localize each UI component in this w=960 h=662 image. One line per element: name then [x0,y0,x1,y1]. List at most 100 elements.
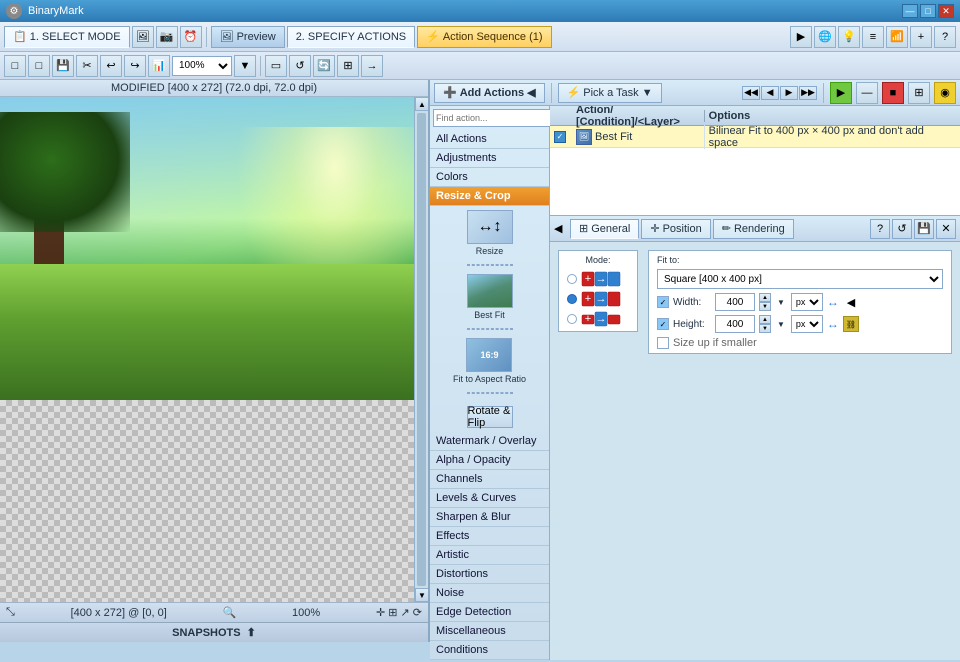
vertical-scrollbar[interactable]: ▲ ▼ [414,97,428,602]
toolbar-nav-2[interactable]: 🌐 [814,26,836,48]
action-item-fit-aspect[interactable]: 16:9 Fit to Aspect Ratio [453,338,526,384]
mode-radio-2[interactable] [567,294,577,304]
props-save-btn[interactable]: 💾 [914,219,934,239]
tool-btn-grid[interactable]: ⊞ [337,55,359,77]
minimize-button[interactable]: — [902,4,918,18]
action-item-resize[interactable]: ↔↕ Resize [467,210,513,256]
height-spin-up[interactable]: ▲ [759,315,771,324]
fit-select[interactable]: Square [400 x 400 px] Custom [657,269,943,289]
tool-btn-refresh[interactable]: 🔄 [313,55,335,77]
toolbar-icon-clock[interactable]: ⏰ [180,26,202,48]
mode-radio-3[interactable] [567,314,577,324]
width-spin-down[interactable]: ▼ [759,302,771,311]
tool-btn-cut[interactable]: ✂ [76,55,98,77]
scroll-up-btn[interactable]: ▲ [415,97,428,111]
width-checkbox[interactable]: ✓ [657,296,669,308]
category-adjustments[interactable]: Adjustments [430,149,549,168]
tab-preview[interactable]: 🖼 Preview [211,26,285,48]
nav-right1[interactable]: ▶ [780,86,798,100]
nav-left2[interactable]: ◀ [761,86,779,100]
category-distortions[interactable]: Distortions [430,565,549,584]
width-spin-up[interactable]: ▲ [759,293,771,302]
toolbar-nav-3[interactable]: 💡 [838,26,860,48]
height-link-icon[interactable]: ↔ [827,317,839,331]
tool-btn-arrow[interactable]: → [361,55,383,77]
width-extra-btn[interactable]: ◀ [843,294,859,310]
tool-btn-undo[interactable]: ↩ [100,55,122,77]
tool-btn-save[interactable]: 💾 [52,55,74,77]
width-link-icon[interactable]: ↔ [827,295,839,309]
nav-left1[interactable]: ◀◀ [742,86,760,100]
mode-option-2[interactable]: + → [567,291,629,307]
props-close-btn[interactable]: ✕ [936,219,956,239]
close-button[interactable]: ✕ [938,4,954,18]
tab-action-sequence[interactable]: ⚡ Action Sequence (1) [417,26,551,48]
category-all-actions[interactable]: All Actions [430,130,549,149]
width-input[interactable] [715,293,755,311]
category-edge[interactable]: Edge Detection [430,603,549,622]
height-checkbox[interactable]: ✓ [657,318,669,330]
rotate-flip-dropdown[interactable]: Rotate & Flip [467,406,513,428]
height-spin-down[interactable]: ▼ [759,324,771,333]
category-effects[interactable]: Effects [430,527,549,546]
nav-right2[interactable]: ▶▶ [799,86,817,100]
category-resize-crop[interactable]: Resize & Crop [430,187,549,206]
width-unit-select[interactable]: px % in cm [791,293,823,311]
toolbar-nav-1[interactable]: ▶ [790,26,812,48]
height-unit-select[interactable]: px % in cm [791,315,823,333]
tab-position[interactable]: ✛ Position [641,219,710,239]
tool-btn-redo[interactable]: ↪ [124,55,146,77]
size-if-smaller-checkbox[interactable] [657,337,669,349]
category-conditions[interactable]: Conditions [430,641,549,660]
tab-select-mode[interactable]: 📋 1. SELECT MODE [4,26,130,48]
toolbar-icon-1[interactable]: 🖼 [132,26,154,48]
mode-option-3[interactable]: + → [567,311,629,327]
maximize-button[interactable]: □ [920,4,936,18]
props-help-btn[interactable]: ? [870,219,890,239]
toolbar-nav-5[interactable]: 📶 [886,26,908,48]
action-item-best-fit[interactable]: Best Fit [467,274,513,320]
seq-btn-green[interactable]: ▶ [830,82,852,104]
pick-task-button[interactable]: ⚡ Pick a Task ▼ [558,83,662,103]
category-channels[interactable]: Channels [430,470,549,489]
height-input[interactable] [715,315,755,333]
mode-radio-1[interactable] [567,274,577,284]
tool-btn-border[interactable]: ▭ [265,55,287,77]
toolbar-nav-6[interactable]: + [910,26,932,48]
table-row[interactable]: ✓ 🖼 Best Fit Bilinear Fit to 400 px × 40… [550,126,960,148]
mode-option-1[interactable]: + → [567,271,629,287]
seq-btn-yellow[interactable]: ◉ [934,82,956,104]
zoom-select[interactable]: 100% 50% 150% 200% [172,56,232,76]
category-levels[interactable]: Levels & Curves [430,489,549,508]
toolbar-nav-4[interactable]: ≡ [862,26,884,48]
tool-btn-zoom-drop[interactable]: ▼ [234,55,256,77]
add-actions-button[interactable]: ➕ Add Actions ◀ [434,83,545,103]
seq-btn-grid[interactable]: ⊞ [908,82,930,104]
category-sharpen[interactable]: Sharpen & Blur [430,508,549,527]
category-watermark[interactable]: Watermark / Overlay [430,432,549,451]
tool-btn-2[interactable]: □ [28,55,50,77]
seq-btn-red[interactable]: ■ [882,82,904,104]
tab-specify-actions[interactable]: 2. SPECIFY ACTIONS [287,26,415,48]
category-alpha[interactable]: Alpha / Opacity [430,451,549,470]
tab-general[interactable]: ⊞ General [570,219,639,239]
props-arrow[interactable]: ◀ [554,222,568,235]
tool-btn-1[interactable]: □ [4,55,26,77]
category-colors[interactable]: Colors [430,168,549,187]
category-noise[interactable]: Noise [430,584,549,603]
tool-btn-rotate[interactable]: ↺ [289,55,311,77]
toolbar-icon-2[interactable]: 📷 [156,26,178,48]
toolbar-nav-7[interactable]: ? [934,26,956,48]
row-checkbox[interactable]: ✓ [550,131,572,143]
scroll-down-btn[interactable]: ▼ [415,588,428,602]
link-chain-icon[interactable]: ⛓ [843,316,859,332]
tool-btn-chart[interactable]: 📊 [148,55,170,77]
height-row: ✓ Height: ▲ ▼ ▼ px [657,315,943,333]
tab-rendering[interactable]: ✏ Rendering [713,219,794,239]
props-reset-btn[interactable]: ↺ [892,219,912,239]
category-misc[interactable]: Miscellaneous [430,622,549,641]
scroll-thumb[interactable] [417,113,426,586]
seq-btn-minus[interactable]: — [856,82,878,104]
category-artistic[interactable]: Artistic [430,546,549,565]
find-action-input[interactable] [433,109,556,127]
